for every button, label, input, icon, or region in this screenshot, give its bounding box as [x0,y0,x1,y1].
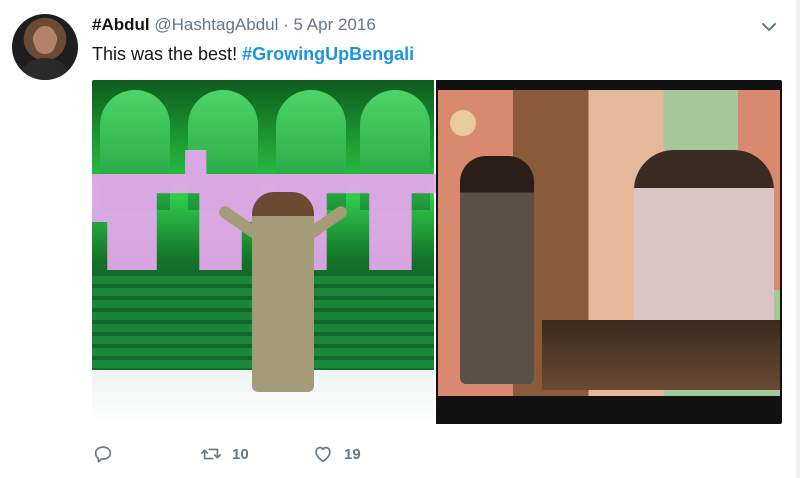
avatar-shirt [22,58,68,80]
like-button[interactable]: 19 [312,442,361,466]
chevron-down-icon[interactable] [758,16,780,38]
header-separator: · [283,15,289,34]
user-handle[interactable]: @HashtagAbdul [154,15,278,34]
reply-button[interactable] [92,442,114,466]
avatar[interactable] [12,14,78,80]
tv-channel-logo [450,110,476,136]
tweet-text-plain: This was the best! [92,44,243,64]
like-count: 19 [344,445,361,463]
retweet-icon [201,448,221,460]
tweet: #Abdul @HashtagAbdul · 5 Apr 2016 This w… [0,0,800,478]
display-name[interactable]: #Abdul [92,15,150,34]
tweet-text: This was the best! #GrowingUpBengali [92,42,414,66]
coffee-table [542,320,780,390]
hashtag-link[interactable]: #GrowingUpBengali [242,44,414,64]
reply-icon [94,446,112,463]
avatar-face [34,26,56,54]
tv-scene-room [438,90,780,396]
retweet-count: 10 [232,445,249,463]
tweet-media[interactable] [92,80,782,424]
tweet-actions: 10 19 [92,442,412,466]
heart-icon [315,446,331,463]
media-photo-tv-scene[interactable] [436,80,782,424]
media-photo-stage[interactable] [92,80,440,424]
scrollbar[interactable] [796,0,800,478]
retweet-button[interactable]: 10 [200,442,249,466]
tweet-date[interactable]: 5 Apr 2016 [294,15,376,34]
presenter-figure [252,192,314,392]
boy-figure [460,156,534,384]
tweet-header: #Abdul @HashtagAbdul · 5 Apr 2016 [92,14,376,36]
